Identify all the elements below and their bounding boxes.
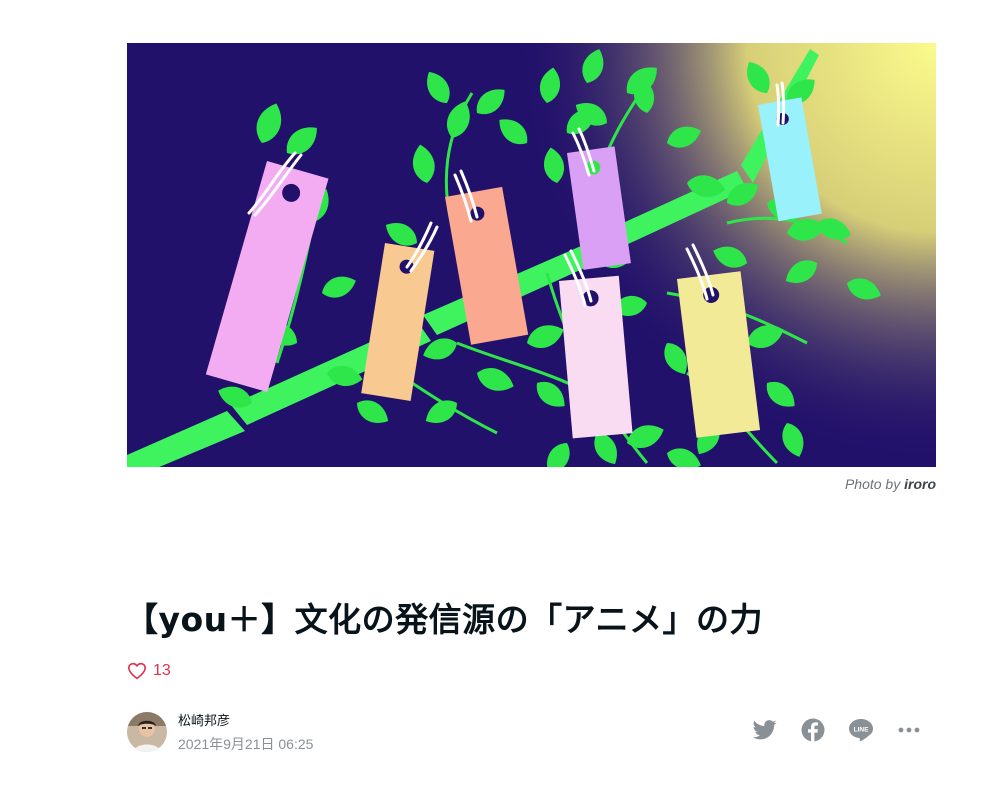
- post-date: 2021年9月21日 06:25: [178, 736, 314, 752]
- author-avatar[interactable]: [127, 712, 167, 752]
- photo-credit-author[interactable]: iroro: [904, 476, 936, 492]
- author-block: 松崎邦彦 2021年9月21日 06:25: [127, 710, 313, 754]
- facebook-icon[interactable]: [801, 718, 825, 742]
- more-options-button[interactable]: [896, 717, 922, 743]
- line-icon[interactable]: LINE: [848, 718, 874, 742]
- twitter-icon[interactable]: [753, 720, 777, 740]
- svg-text:LINE: LINE: [854, 727, 869, 734]
- author-meta: 松崎邦彦 2021年9月21日 06:25: [178, 710, 313, 754]
- tanabata-illustration: [127, 43, 936, 467]
- like-button[interactable]: 13: [127, 662, 171, 680]
- share-line-button[interactable]: LINE: [848, 717, 874, 743]
- photo-credit: Photo by iroro: [845, 476, 936, 492]
- share-buttons: LINE: [752, 717, 922, 743]
- share-facebook-button[interactable]: [800, 717, 826, 743]
- photo-credit-prefix: Photo by: [844, 476, 901, 492]
- hero-image: [127, 43, 936, 467]
- article-title: 【you＋】文化の発信源の「アニメ」の力: [125, 600, 764, 639]
- author-name[interactable]: 松崎邦彦: [178, 710, 313, 729]
- like-count: 13: [153, 662, 171, 679]
- share-twitter-button[interactable]: [752, 717, 778, 743]
- heart-outline-icon[interactable]: [127, 662, 147, 680]
- more-icon[interactable]: [897, 727, 921, 733]
